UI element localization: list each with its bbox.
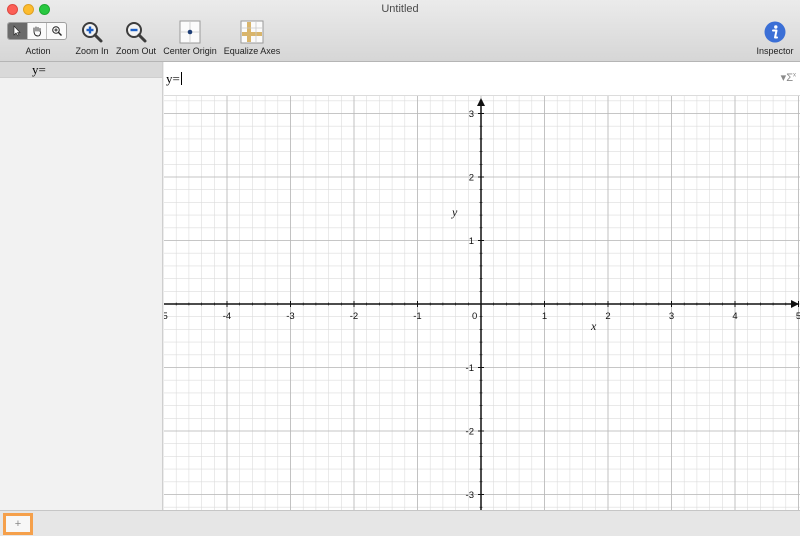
pointer-icon (14, 25, 22, 37)
x-axis-arrow (791, 300, 799, 308)
zoom-out-label: Zoom Out (115, 46, 157, 56)
inspector-button[interactable]: Inspector (756, 20, 794, 56)
equation-input-text: y= (166, 71, 180, 86)
x-tick-label: -1 (413, 311, 421, 322)
equalize-axes-icon (240, 20, 264, 44)
zoom-in-icon (82, 22, 103, 43)
zoom-out-button[interactable]: Zoom Out (116, 20, 156, 56)
pointer-tool-button[interactable] (8, 23, 28, 39)
y-tick-label: 1 (469, 236, 474, 247)
equalize-axes-label: Equalize Axes (223, 46, 281, 56)
graph-plot: -5 -4 -3 -2 -1 0 1 2 3 4 5 3 2 1 -1 -2 -3 x y (164, 96, 800, 510)
equation-list-item[interactable]: y= (0, 62, 162, 78)
x-tick-label: 2 (605, 311, 610, 322)
center-origin-label: Center Origin (163, 46, 217, 56)
graph-canvas[interactable]: -5 -4 -3 -2 -1 0 1 2 3 4 5 3 2 1 -1 -2 -3 x y (164, 96, 800, 510)
text-caret (180, 72, 182, 85)
x-tick-label: -3 (286, 311, 294, 322)
x-tick-label: 1 (542, 311, 547, 322)
x-tick-label: 5 (796, 311, 800, 322)
zoom-tool-button[interactable] (47, 23, 66, 39)
equation-list-item-label: y= (32, 62, 46, 77)
equation-list-sidebar: y= (0, 62, 163, 510)
magnifier-icon (51, 26, 62, 36)
bottom-bar: + (0, 510, 800, 536)
math-symbols-button[interactable]: ▾Σx (781, 71, 796, 84)
add-equation-button[interactable]: + (3, 513, 33, 535)
window-title: Untitled (381, 3, 419, 15)
equation-input[interactable]: y= (166, 71, 182, 87)
sigma-icon: Σ (786, 72, 793, 84)
action-label: Action (25, 46, 51, 56)
hand-icon (33, 26, 41, 37)
app-window: Untitled Action Zoom In Zoom Out Center … (0, 0, 800, 536)
equalize-axes-button[interactable]: Equalize Axes (224, 20, 280, 56)
x-tick-label: -2 (350, 311, 358, 322)
action-segmented-control[interactable] (7, 22, 67, 40)
inspector-label: Inspector (756, 46, 794, 56)
info-icon (764, 21, 786, 43)
y-tick-label: -2 (466, 427, 474, 438)
title-bar: Untitled Action Zoom In Zoom Out Center … (0, 0, 800, 62)
y-tick-label: 2 (469, 173, 474, 184)
y-tick-label: -1 (466, 363, 474, 374)
y-tick-label: 3 (469, 109, 474, 120)
equation-editor[interactable]: y= ▾Σx (164, 62, 800, 96)
y-tick-label: -3 (466, 490, 474, 501)
x-tick-label: 0 (472, 311, 477, 322)
x-tick-label: 3 (669, 311, 674, 322)
hand-tool-button[interactable] (28, 23, 48, 39)
zoom-in-button[interactable]: Zoom In (75, 20, 109, 56)
y-axis-label: y (451, 205, 458, 219)
x-tick-label: -4 (223, 311, 231, 322)
x-axis-label: x (590, 319, 597, 333)
zoom-out-icon (126, 22, 147, 43)
center-origin-icon (179, 20, 201, 44)
y-axis-arrow (477, 98, 485, 106)
x-tick-label: -5 (164, 311, 168, 322)
center-origin-button[interactable]: Center Origin (163, 20, 217, 56)
x-tick-label: 4 (732, 311, 737, 322)
zoom-in-label: Zoom In (75, 46, 109, 56)
